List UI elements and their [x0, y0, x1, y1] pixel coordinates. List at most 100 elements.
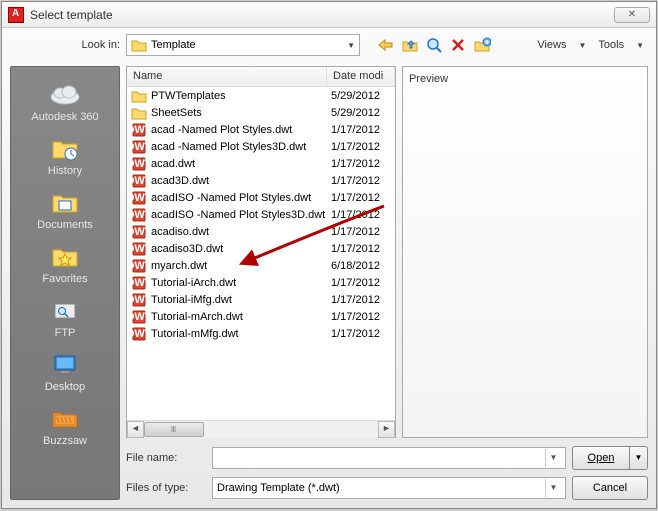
filetype-value: Drawing Template (*.dwt): [217, 482, 340, 494]
file-name: acad -Named Plot Styles.dwt: [151, 124, 331, 136]
dwt-icon: DWT: [131, 310, 147, 324]
filename-label: File name:: [126, 452, 206, 464]
file-row[interactable]: PTWTemplates5/29/2012: [127, 87, 395, 104]
file-date: 5/29/2012: [331, 107, 391, 119]
file-row[interactable]: DWTTutorial-mArch.dwt1/17/2012: [127, 308, 395, 325]
svg-text:DWT: DWT: [131, 311, 147, 323]
dwt-icon: DWT: [131, 259, 147, 273]
filename-drop-icon[interactable]: ▼: [545, 449, 561, 467]
file-list[interactable]: PTWTemplates5/29/2012SheetSets5/29/2012D…: [127, 87, 395, 420]
file-row[interactable]: DWTacadISO -Named Plot Styles.dwt1/17/20…: [127, 189, 395, 206]
place-autodesk360[interactable]: Autodesk 360: [15, 75, 115, 127]
file-row[interactable]: DWT acad -Named Plot Styles3D.dwt1/17/201…: [127, 138, 395, 155]
place-label: Favorites: [15, 273, 115, 285]
up-button[interactable]: [400, 35, 420, 55]
file-name: PTWTemplates: [151, 90, 331, 102]
h-scrollbar[interactable]: ◄ Ⅲ ►: [127, 420, 395, 437]
dwt-icon: DWT: [131, 242, 147, 256]
places-bar: Autodesk 360 HistoryDocuments Favorites FTP…: [10, 66, 120, 500]
place-desktop[interactable]: Desktop: [15, 345, 115, 397]
new-folder-button[interactable]: [472, 35, 492, 55]
close-button[interactable]: ✕: [614, 7, 650, 23]
file-date: 6/18/2012: [331, 260, 391, 272]
cancel-button[interactable]: Cancel: [572, 476, 648, 500]
toolbar-icons: [376, 35, 492, 55]
file-row[interactable]: SheetSets5/29/2012: [127, 104, 395, 121]
lookin-dropdown[interactable]: Template ▼: [126, 34, 360, 56]
folder-icon: [131, 38, 147, 52]
bottom-controls: File name: ▼ Open ▼ Files of type: Drawi…: [126, 446, 648, 500]
file-row[interactable]: DWTacadISO -Named Plot Styles3D.dwt1/17/…: [127, 206, 395, 223]
file-header: Name Date modi: [127, 67, 395, 87]
back-button[interactable]: [376, 35, 396, 55]
place-favorites[interactable]: Favorites: [15, 237, 115, 289]
place-history[interactable]: History: [15, 129, 115, 181]
file-row[interactable]: DWTTutorial-mMfg.dwt1/17/2012: [127, 325, 395, 342]
filetype-dropdown[interactable]: Drawing Template (*.dwt) ▼: [212, 477, 566, 499]
ftp-icon: [45, 295, 85, 325]
filetype-drop-icon[interactable]: ▼: [545, 479, 561, 497]
tools-menu[interactable]: Tools: [594, 37, 628, 53]
file-name: acadISO -Named Plot Styles3D.dwt: [151, 209, 331, 221]
place-buzzsaw[interactable]: Buzzsaw: [15, 399, 115, 451]
file-date: 1/17/2012: [331, 141, 391, 153]
scroll-right-button[interactable]: ►: [378, 421, 395, 438]
file-list-box: Name Date modi PTWTemplates5/29/2012Shee…: [126, 66, 396, 438]
dwt-icon: DWT: [131, 276, 147, 290]
star-icon: [45, 241, 85, 271]
dwt-icon: DWT: [131, 157, 147, 171]
file-name: acadiso3D.dwt: [151, 243, 331, 255]
cloud-icon: [45, 79, 85, 109]
scroll-thumb[interactable]: Ⅲ: [144, 422, 204, 437]
file-row[interactable]: DWTacad.dwt1/17/2012: [127, 155, 395, 172]
filename-row: File name: ▼ Open ▼: [126, 446, 648, 470]
file-date: 1/17/2012: [331, 328, 391, 340]
tools-drop-icon[interactable]: ▼: [632, 41, 648, 50]
svg-text:DWT: DWT: [131, 260, 147, 272]
select-template-dialog: Select template ✕ Look in: Template ▼: [1, 1, 657, 509]
folder-icon: [45, 187, 85, 217]
place-label: Autodesk 360: [15, 111, 115, 123]
scroll-left-button[interactable]: ◄: [127, 421, 144, 438]
delete-button[interactable]: [448, 35, 468, 55]
col-date[interactable]: Date modi: [327, 67, 395, 86]
place-ftp[interactable]: FTP: [15, 291, 115, 343]
file-row[interactable]: DWTTutorial-iArch.dwt1/17/2012: [127, 274, 395, 291]
views-drop-icon[interactable]: ▼: [574, 41, 590, 50]
file-name: acadISO -Named Plot Styles.dwt: [151, 192, 331, 204]
search-button[interactable]: [424, 35, 444, 55]
file-row[interactable]: DWTacadiso.dwt1/17/2012: [127, 223, 395, 240]
file-name: acad -Named Plot Styles3D.dwt: [151, 141, 331, 153]
dwt-icon: DWT: [131, 140, 147, 154]
toolbar-menus: Views ▼ Tools ▼: [533, 37, 648, 53]
dialog-body: Autodesk 360 HistoryDocuments Favorites FTP…: [2, 62, 656, 508]
filename-input[interactable]: ▼: [212, 447, 566, 469]
file-name: myarch.dwt: [151, 260, 331, 272]
open-button[interactable]: Open: [572, 446, 630, 470]
dwt-icon: DWT: [131, 208, 147, 222]
views-menu[interactable]: Views: [533, 37, 570, 53]
place-label: FTP: [15, 327, 115, 339]
file-date: 1/17/2012: [331, 311, 391, 323]
open-drop-button[interactable]: ▼: [630, 446, 648, 470]
svg-text:DWT: DWT: [131, 277, 147, 289]
place-documents[interactable]: Documents: [15, 183, 115, 235]
file-row[interactable]: DWTacadiso3D.dwt1/17/2012: [127, 240, 395, 257]
file-row[interactable]: DWT acad -Named Plot Styles.dwt1/17/2012: [127, 121, 395, 138]
file-date: 1/17/2012: [331, 192, 391, 204]
file-row[interactable]: DWTacad3D.dwt1/17/2012: [127, 172, 395, 189]
preview-pane: Preview: [402, 66, 648, 438]
svg-text:DWT: DWT: [131, 175, 147, 187]
scroll-track[interactable]: Ⅲ: [144, 421, 378, 438]
list-panel: Name Date modi PTWTemplates5/29/2012Shee…: [126, 66, 648, 438]
svg-text:DWT: DWT: [131, 294, 147, 306]
filetype-row: Files of type: Drawing Template (*.dwt) …: [126, 476, 648, 500]
dwt-icon: DWT: [131, 174, 147, 188]
file-row[interactable]: DWTTutorial-iMfg.dwt1/17/2012: [127, 291, 395, 308]
file-row[interactable]: DWT myarch.dwt6/18/2012: [127, 257, 395, 274]
file-date: 1/17/2012: [331, 124, 391, 136]
col-name[interactable]: Name: [127, 67, 327, 86]
titlebar: Select template ✕: [2, 2, 656, 28]
dwt-icon: DWT: [131, 123, 147, 137]
buzzsaw-icon: [45, 403, 85, 433]
